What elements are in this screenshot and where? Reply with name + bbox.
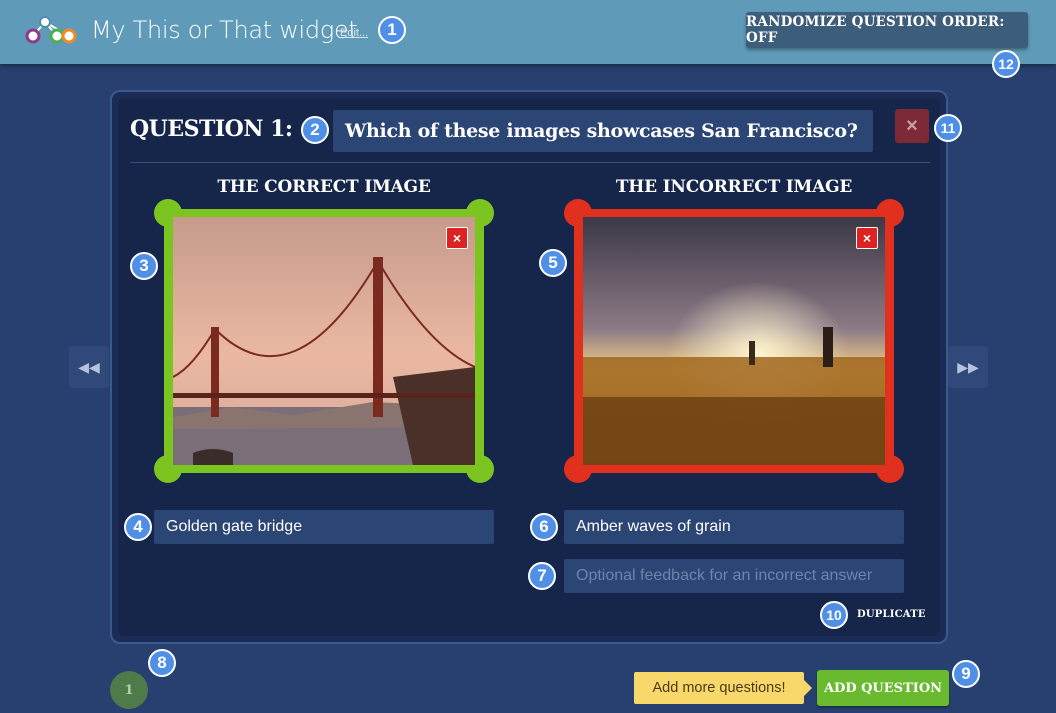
callout-badge: 2 <box>301 116 329 144</box>
remove-incorrect-image-button[interactable]: × <box>856 227 878 249</box>
divider <box>130 162 930 163</box>
question-page-indicator[interactable]: 1 <box>110 671 148 709</box>
callout-badge: 4 <box>124 513 152 541</box>
incorrect-image-title: THE INCORRECT IMAGE <box>615 177 853 197</box>
callout-badge: 11 <box>934 114 962 142</box>
callout-badge: 1 <box>378 16 406 44</box>
randomize-order-button[interactable]: RANDOMIZE QUESTION ORDER: OFF <box>746 12 1028 48</box>
close-icon: × <box>862 230 872 246</box>
correct-image-frame[interactable]: × <box>154 199 494 483</box>
close-icon: × <box>906 114 918 137</box>
remove-correct-image-button[interactable]: × <box>446 227 468 249</box>
duplicate-question-link[interactable]: DUPLICATE <box>857 609 926 620</box>
incorrect-answer-input[interactable]: Amber waves of grain <box>564 510 904 544</box>
rewind-icon: ◀◀ <box>78 358 100 375</box>
callout-badge: 5 <box>539 249 567 277</box>
callout-badge: 8 <box>148 649 176 677</box>
widget-title: My This or That widget <box>91 16 358 44</box>
delete-question-button[interactable]: × <box>895 109 929 143</box>
golden-gate-photo <box>173 217 475 465</box>
callout-badge: 12 <box>992 50 1020 78</box>
close-icon: × <box>452 230 462 246</box>
previous-question-button[interactable]: ◀◀ <box>69 346 109 388</box>
add-questions-hint: Add more questions! <box>634 672 804 704</box>
question-text-input[interactable]: Which of these images showcases San Fran… <box>333 110 873 152</box>
callout-badge: 7 <box>528 562 556 590</box>
edit-title-link[interactable]: Edit... <box>340 27 368 39</box>
wheat-field-photo <box>583 217 885 465</box>
callout-badge: 9 <box>952 660 980 688</box>
correct-answer-input[interactable]: Golden gate bridge <box>154 510 494 544</box>
callout-badge: 3 <box>130 252 158 280</box>
incorrect-image-frame[interactable]: × <box>564 199 904 483</box>
fast-forward-icon: ▶▶ <box>957 358 979 375</box>
add-question-button[interactable]: ADD QUESTION <box>817 670 949 706</box>
hint-arrow <box>803 679 812 697</box>
question-number-label: QUESTION 1: <box>130 116 293 142</box>
app-header: My This or That widget Edit... RANDOMIZE… <box>0 0 1056 64</box>
app-logo-icon <box>25 16 77 44</box>
next-question-button[interactable]: ▶▶ <box>948 346 988 388</box>
callout-badge: 6 <box>530 513 558 541</box>
callout-badge: 10 <box>820 601 848 629</box>
correct-image-title: THE CORRECT IMAGE <box>217 177 431 197</box>
incorrect-feedback-input[interactable]: Optional feedback for an incorrect answe… <box>564 559 904 593</box>
